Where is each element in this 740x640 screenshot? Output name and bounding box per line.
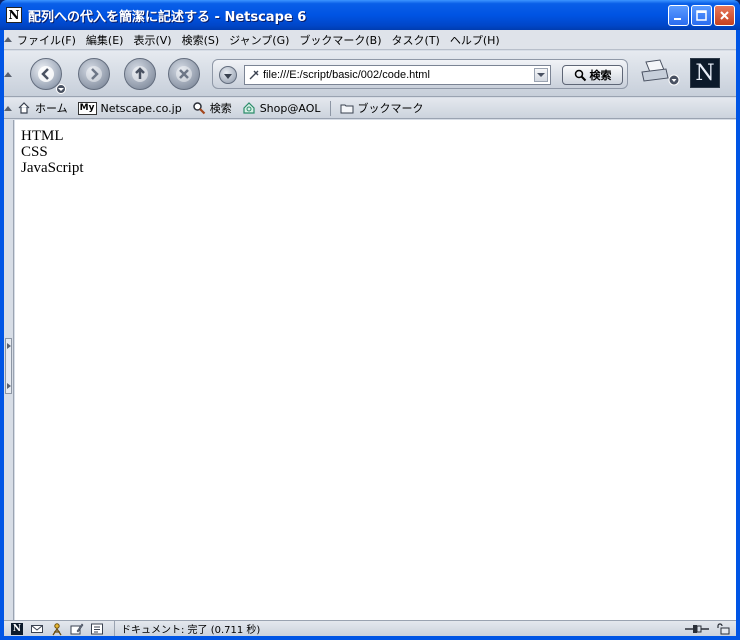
folder-icon [340,104,353,114]
address-book-icon [91,623,103,634]
stop-button[interactable] [168,58,200,90]
address-book-component-button[interactable] [90,622,104,636]
forward-button[interactable] [78,58,110,90]
instant-messenger-icon [52,622,62,635]
title-bar[interactable]: N 配列への代入を簡潔に記述する - Netscape 6 [0,0,740,30]
content-line-javascript: JavaScript [21,160,84,176]
url-bar-container: file:///E:/script/basic/002/code.html 検索 [212,59,628,89]
search-link[interactable]: 検索 [187,100,237,116]
print-icon[interactable] [638,56,680,90]
netscape-n-icon: N [11,622,23,635]
bookmarks-folder[interactable]: ブックマーク [335,100,429,116]
search-icon [192,102,205,115]
page-proxy-icon[interactable] [247,68,261,82]
menubar-grip[interactable] [4,30,12,49]
bookmarks-folder-label: ブックマーク [357,102,424,115]
navigator-component-button[interactable]: N [10,622,24,636]
im-component-button[interactable] [50,622,64,636]
forward-arrow-icon [86,66,102,82]
url-history-button[interactable] [219,66,237,84]
shop-aol-link[interactable]: Shop@AOL [237,101,326,115]
netscape-co-jp-label: Netscape.co.jp [100,101,182,115]
maximize-icon [696,10,707,21]
home-icon [18,102,30,114]
security-lock-icon[interactable] [716,622,730,635]
menu-search[interactable]: 検索(S) [177,32,225,48]
search-link-label: 検索 [209,102,232,115]
personal-toolbar: ホーム My Netscape.co.jp 検索 Shop@AOL ブックマーク [4,98,736,119]
content-line-html: HTML [21,128,64,144]
toolbar-separator [329,100,331,116]
menu-tasks[interactable]: タスク(T) [387,32,445,48]
page-content: HTML CSS JavaScript [15,120,736,620]
magnifier-icon [574,69,586,81]
menu-bookmarks[interactable]: ブックマーク(B) [294,32,386,48]
composer-component-button[interactable] [70,622,84,636]
minimize-button[interactable] [668,5,689,26]
back-arrow-icon [38,66,54,82]
search-button[interactable]: 検索 [562,65,623,85]
composer-icon [70,623,84,634]
netscape-app-icon[interactable]: N [6,7,22,23]
menu-go[interactable]: ジャンプ(G) [224,32,294,48]
shop-aol-label: Shop@AOL [259,101,321,115]
close-icon [720,11,729,20]
url-input[interactable]: file:///E:/script/basic/002/code.html [244,65,551,85]
browser-window: N 配列への代入を簡潔に記述する - Netscape 6 ファイル(F) 編集… [0,0,740,640]
url-dropdown-button[interactable] [534,68,548,82]
navbar-grip[interactable] [4,51,12,97]
url-text[interactable]: file:///E:/script/basic/002/code.html [263,69,430,81]
reload-icon [132,66,148,82]
browser-client-area: ファイル(F) 編集(E) 表示(V) 検索(S) ジャンプ(G) ブックマーク… [4,30,736,636]
window-controls [668,5,735,26]
menu-help[interactable]: ヘルプ(H) [445,32,505,48]
mail-component-button[interactable] [30,622,44,636]
close-button[interactable] [714,5,735,26]
status-bar: N ドキュメント: 完了 (0.711 秒) [4,620,736,636]
content-line-css: CSS [21,144,48,160]
home-link[interactable]: ホーム [12,100,73,116]
back-dropdown-button[interactable] [56,84,66,94]
reload-button[interactable] [124,58,156,90]
home-label: ホーム [35,102,68,115]
sidebar-splitter[interactable] [4,120,14,620]
status-text: ドキュメント: 完了 (0.711 秒) [114,621,260,636]
menu-bar: ファイル(F) 編集(E) 表示(V) 検索(S) ジャンプ(G) ブックマーク… [4,30,736,50]
mail-icon [31,624,43,633]
netscape-co-jp-link[interactable]: My Netscape.co.jp [73,101,187,115]
navigation-toolbar: file:///E:/script/basic/002/code.html 検索… [4,51,736,97]
status-indicators [684,622,736,635]
netscape-logo[interactable]: N [690,58,720,88]
shop-icon [243,102,255,114]
stop-icon [176,66,192,82]
personalbar-grip[interactable] [4,98,12,118]
menu-file[interactable]: ファイル(F) [12,32,81,48]
window-title: 配列への代入を簡潔に記述する - Netscape 6 [28,9,307,25]
maximize-button[interactable] [691,5,712,26]
menu-view[interactable]: 表示(V) [128,32,176,48]
my-icon: My [77,101,97,115]
search-button-label: 検索 [589,69,612,82]
sidebar-toggle-grippy[interactable] [5,338,12,394]
online-status-icon[interactable] [684,623,710,635]
minimize-icon [674,18,681,20]
menu-edit[interactable]: 編集(E) [81,32,129,48]
